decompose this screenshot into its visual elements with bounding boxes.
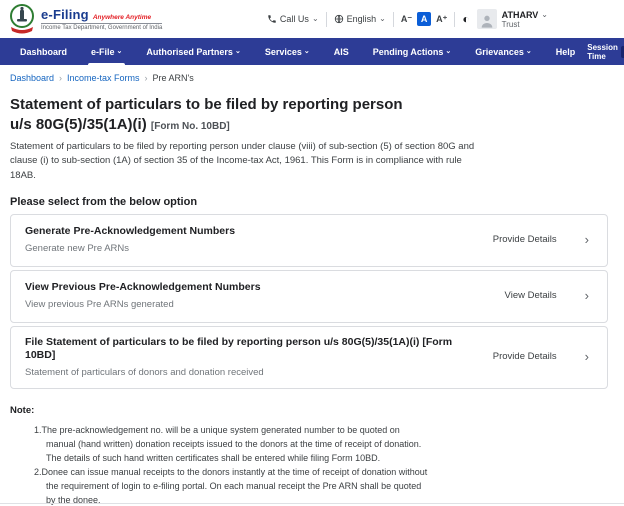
chevron-right-icon[interactable]: ›	[585, 350, 589, 363]
nav-item-label: e-File	[91, 46, 115, 57]
language-menu[interactable]: English ⌄	[334, 14, 386, 24]
globe-icon	[334, 14, 344, 24]
nav-item-label: Grievances	[475, 46, 524, 57]
nav-item-label: AIS	[333, 46, 349, 57]
user-role: Trust	[501, 19, 520, 29]
nav-item-label: Authorised Partners	[146, 46, 233, 57]
divider	[325, 11, 327, 27]
note-item: The pre-acknowledgement no. will be a un…	[41, 425, 422, 463]
header: e-Filing Anywhere Anytime Income Tax Dep…	[0, 0, 624, 38]
card-text: View Previous Pre-Acknowledgement Number…	[25, 281, 261, 310]
option-cards: Generate Pre-Acknowledgement Numbers Gen…	[10, 213, 608, 390]
note-heading: Note:	[10, 405, 35, 417]
chevron-right-icon[interactable]: ›	[585, 233, 589, 246]
card-title: Generate Pre-Acknowledgement Numbers	[25, 225, 236, 238]
brand-name: e-Filing	[41, 7, 89, 22]
phone-icon	[267, 14, 277, 24]
session-timer: Session Time 1 0	[587, 43, 624, 61]
main-navbar: Dashboard e-File ⌄ Authorised Partners ⌄…	[0, 38, 624, 65]
page: e-Filing Anywhere Anytime Income Tax Dep…	[0, 0, 624, 506]
nav-item-grievances[interactable]: Grievances ⌄	[463, 38, 543, 65]
nav-item-label: Services	[264, 46, 302, 57]
nav-item-pending-actions[interactable]: Pending Actions ⌄	[361, 38, 464, 65]
chevron-down-icon: ⌄	[525, 48, 532, 55]
main-content: Statement of particulars to be filed by …	[0, 89, 624, 506]
card-right: View Details ›	[505, 289, 593, 302]
nav-item-dashboard[interactable]: Dashboard	[8, 38, 79, 65]
card-right: Provide Details ›	[493, 233, 593, 246]
user-meta: ATHARV ⌄ Trust	[502, 10, 548, 29]
card-subtitle: Generate new Pre ARNs	[25, 243, 130, 255]
header-controls: Call Us ⌄ English ⌄ A⁻ A A⁺ ◐ ATHARV ⌄ T…	[267, 9, 548, 29]
chevron-down-icon: ⌄	[541, 9, 548, 19]
card-subtitle: Statement of particulars of donors and d…	[25, 367, 264, 379]
card-view-previous-pre-arn[interactable]: View Previous Pre-Acknowledgement Number…	[10, 269, 608, 323]
national-emblem-icon	[8, 3, 36, 35]
user-menu[interactable]: ATHARV ⌄ Trust	[476, 9, 548, 29]
font-increase-button[interactable]: A⁺	[436, 14, 447, 25]
note-list: The pre-acknowledgement no. will be a un…	[10, 424, 430, 506]
breadcrumb: Dashboard › Income-tax Forms › Pre ARN's	[0, 65, 624, 89]
nav-item-help[interactable]: Help	[544, 38, 588, 65]
font-size-controls: A⁻ A A⁺	[401, 12, 447, 26]
select-option-heading: Please select from the below option	[10, 195, 198, 208]
call-us-menu[interactable]: Call Us ⌄	[267, 14, 319, 24]
card-right: Provide Details ›	[493, 350, 593, 363]
avatar	[476, 9, 497, 29]
chevron-down-icon: ⌄	[234, 48, 241, 55]
chevron-down-icon: ⌄	[379, 14, 386, 23]
chevron-down-icon: ⌄	[311, 14, 319, 23]
note-section: Note: The pre-acknowledgement no. will b…	[10, 405, 614, 506]
provide-details-link[interactable]: Provide Details	[493, 234, 557, 245]
chevron-down-icon: ⌄	[116, 48, 123, 55]
nav-item-services[interactable]: Services ⌄	[253, 38, 322, 65]
brand-tagline: Anywhere Anytime	[92, 14, 152, 21]
font-decrease-button[interactable]: A⁻	[401, 14, 412, 25]
card-text: File Statement of particulars to be file…	[25, 336, 455, 378]
contrast-toggle-icon[interactable]: ◐	[462, 13, 469, 25]
card-subtitle: View previous Pre ARNs generated	[25, 299, 174, 311]
chevron-down-icon: ⌄	[303, 48, 310, 55]
card-title: File Statement of particulars to be file…	[25, 335, 453, 362]
nav-item-efile[interactable]: e-File ⌄	[79, 38, 134, 65]
breadcrumb-current: Pre ARN's	[152, 73, 194, 83]
page-title-line1: Statement of particulars to be filed by …	[10, 96, 403, 113]
font-normal-button[interactable]: A	[417, 12, 432, 26]
nav-item-ais[interactable]: AIS	[322, 38, 361, 65]
page-description: Statement of particulars to be filed by …	[10, 141, 475, 181]
call-us-label: Call Us	[279, 14, 309, 24]
card-text: Generate Pre-Acknowledgement Numbers Gen…	[25, 225, 235, 254]
breadcrumb-income-tax-forms[interactable]: Income-tax Forms	[67, 73, 140, 83]
page-title-line2: u/s 80G(5)/35(1A)(i)	[10, 115, 147, 133]
form-number: [Form No. 10BD]	[150, 120, 230, 132]
divider	[392, 11, 394, 27]
card-title: View Previous Pre-Acknowledgement Number…	[25, 281, 261, 294]
breadcrumb-dashboard[interactable]: Dashboard	[10, 73, 54, 83]
chevron-right-icon[interactable]: ›	[585, 289, 589, 302]
divider	[454, 11, 456, 27]
logo-text: e-Filing Anywhere Anytime Income Tax Dep…	[41, 7, 163, 31]
chevron-down-icon: ⌄	[445, 48, 452, 55]
note-item: Donee can issue manual receipts to the d…	[41, 466, 428, 505]
page-title: Statement of particulars to be filed by …	[10, 95, 490, 134]
session-time-label: Session Time	[587, 42, 618, 61]
provide-details-link[interactable]: Provide Details	[493, 351, 557, 362]
nav-item-label: Help	[555, 46, 576, 57]
language-label: English	[346, 14, 377, 24]
card-generate-pre-arn[interactable]: Generate Pre-Acknowledgement Numbers Gen…	[10, 213, 608, 267]
nav-item-label: Dashboard	[20, 46, 68, 57]
breadcrumb-separator-icon: ›	[144, 73, 148, 83]
view-details-link[interactable]: View Details	[505, 290, 557, 301]
nav-item-authorised-partners[interactable]: Authorised Partners ⌄	[134, 38, 252, 65]
card-file-form-10bd[interactable]: File Statement of particulars to be file…	[10, 325, 608, 390]
brand-subtitle: Income Tax Department, Government of Ind…	[41, 25, 163, 31]
nav-item-label: Pending Actions	[372, 46, 444, 57]
efiling-logo[interactable]: e-Filing Anywhere Anytime Income Tax Dep…	[8, 3, 163, 35]
breadcrumb-separator-icon: ›	[59, 73, 63, 83]
bottom-divider	[0, 503, 624, 504]
user-name: ATHARV	[501, 9, 539, 20]
